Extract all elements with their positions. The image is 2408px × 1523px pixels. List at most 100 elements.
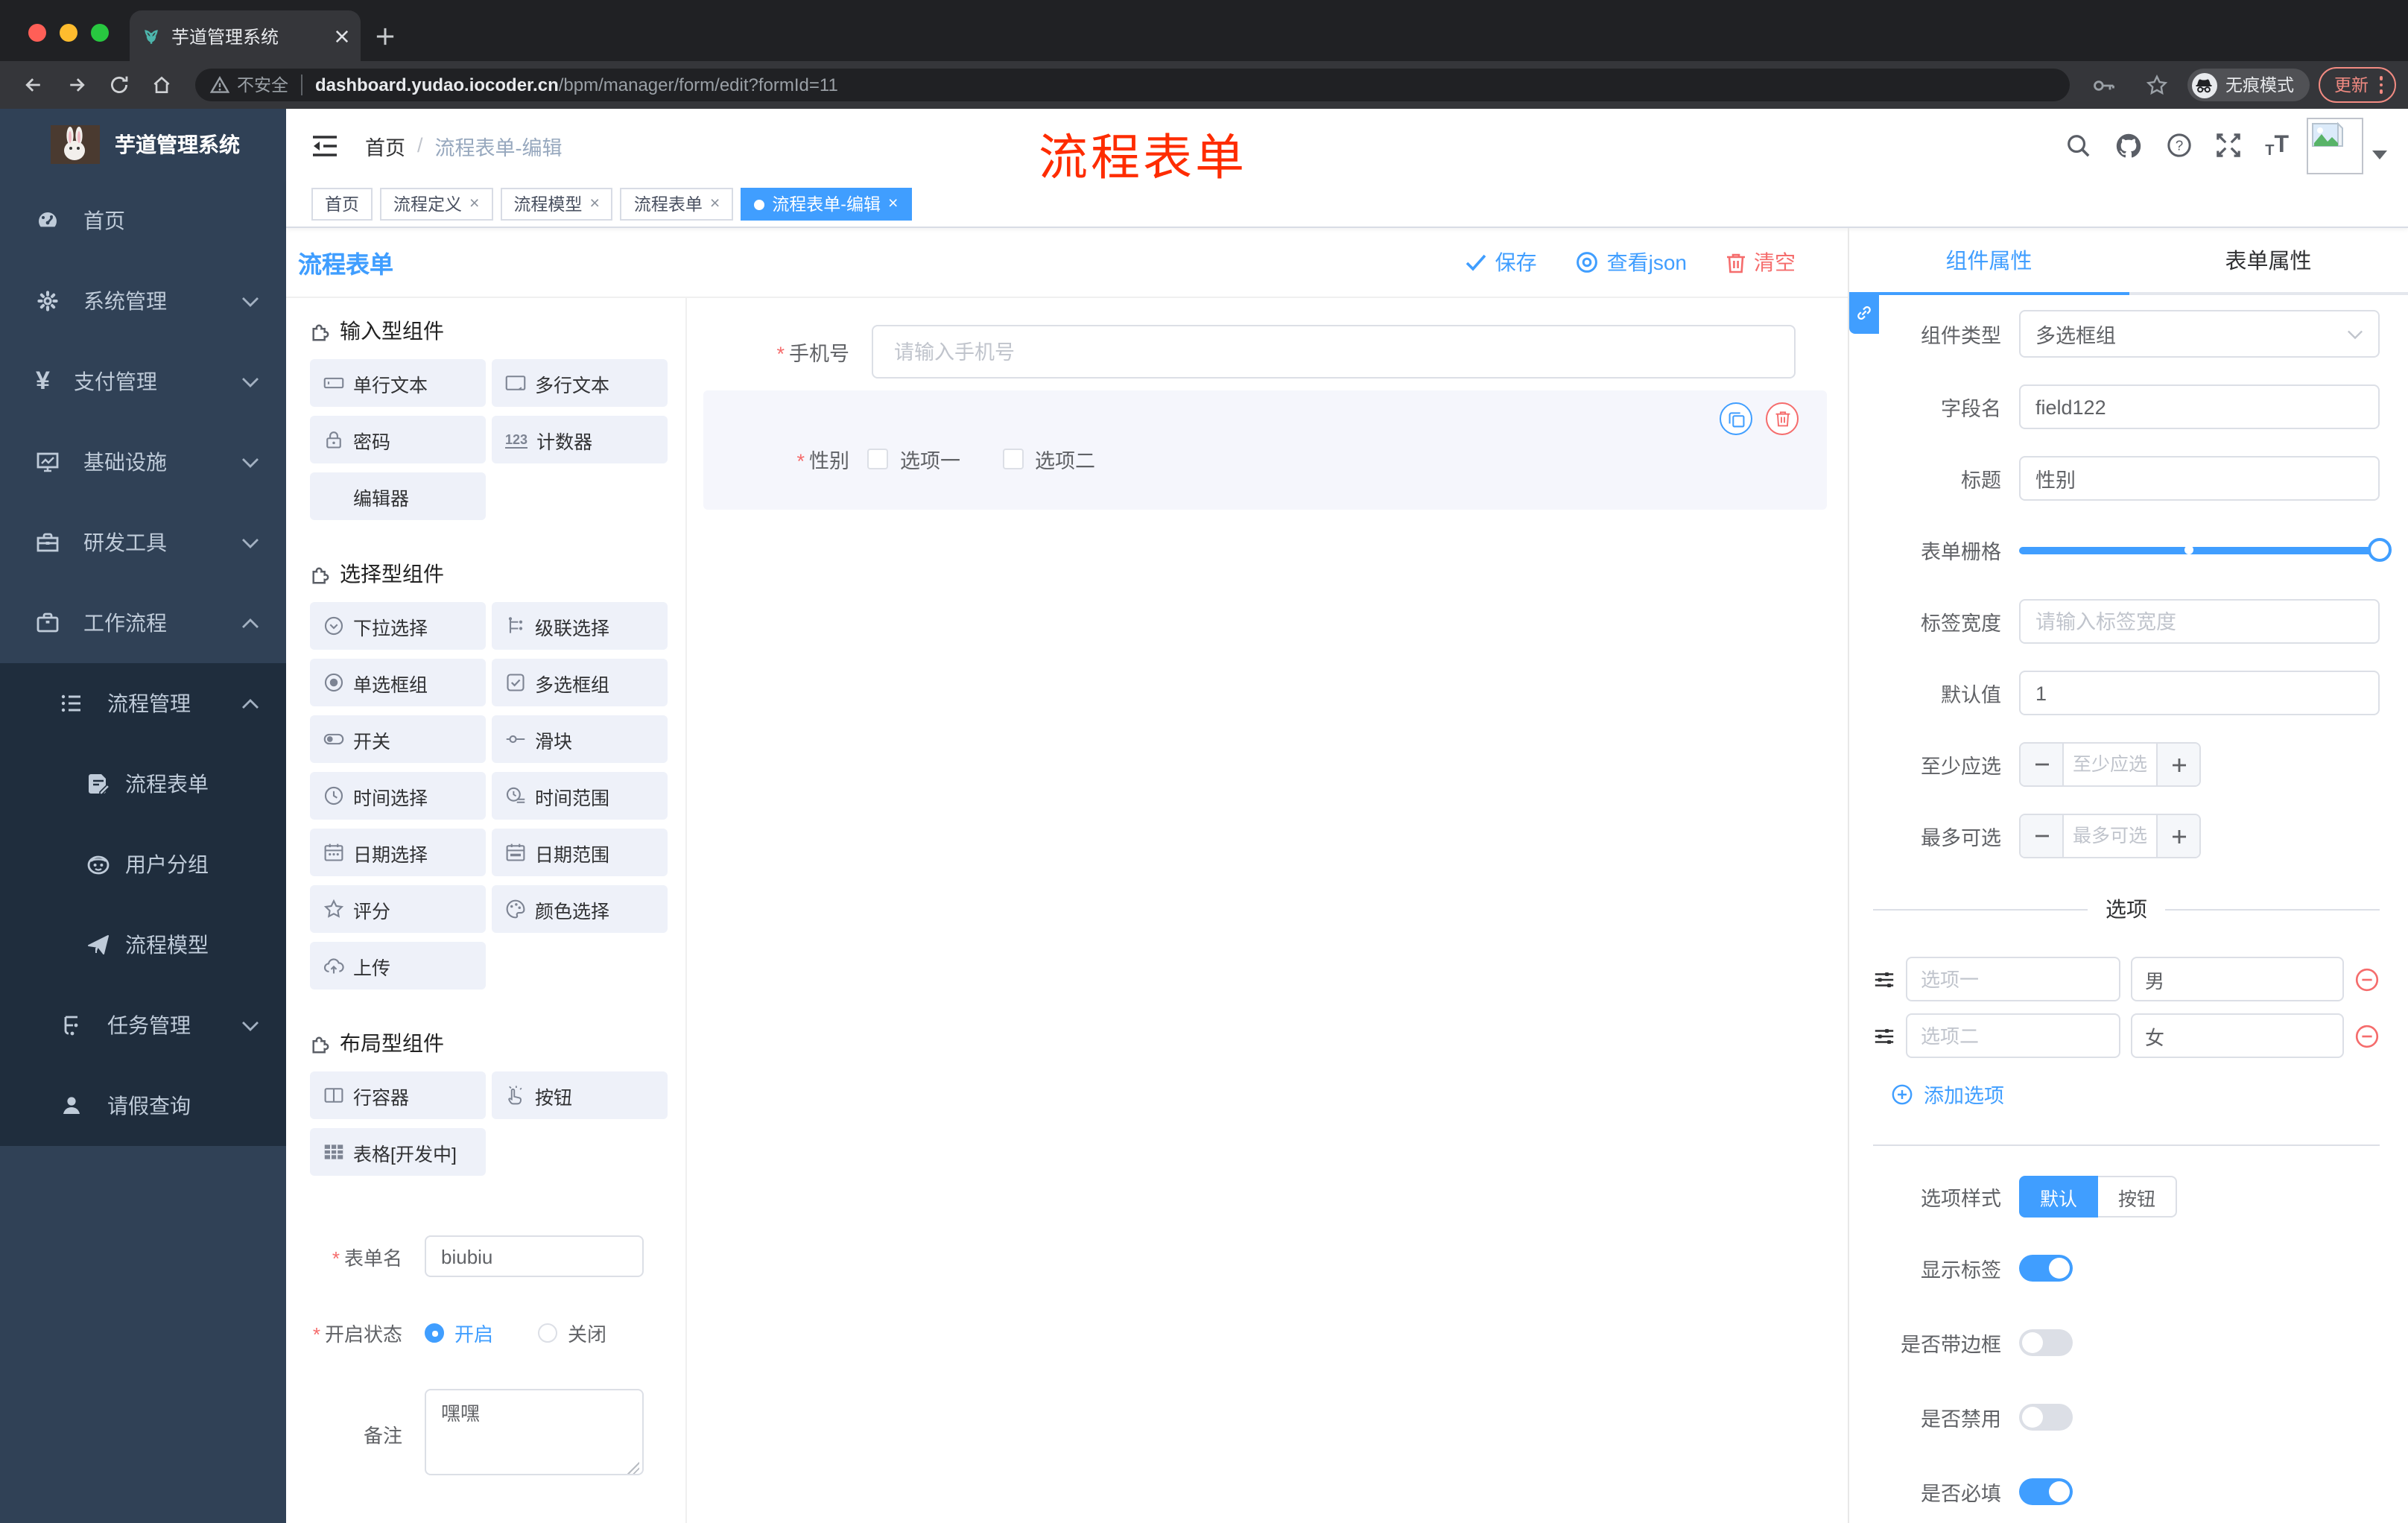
component-rate[interactable]: 评分 <box>310 885 486 933</box>
component-button[interactable]: 按钮 <box>492 1071 668 1119</box>
font-size-icon[interactable]: TT <box>2265 132 2289 159</box>
component-single-text[interactable]: 单行文本 <box>310 359 486 407</box>
title-input[interactable] <box>2019 456 2380 501</box>
tag-process-form-edit[interactable]: 流程表单-编辑 × <box>741 188 912 221</box>
sidebar-item-user-group[interactable]: 用户分组 <box>0 824 286 905</box>
required-toggle[interactable] <box>2019 1478 2073 1505</box>
component-switch[interactable]: 开关 <box>310 715 486 763</box>
sidebar-item-process-model[interactable]: 流程模型 <box>0 905 286 985</box>
label-width-input[interactable] <box>2019 599 2380 644</box>
form-name-input[interactable] <box>425 1235 644 1277</box>
status-radio-off[interactable]: 关闭 <box>538 1319 606 1347</box>
component-time-picker[interactable]: 时间选择 <box>310 772 486 820</box>
tag-process-model[interactable]: 流程模型 × <box>500 188 613 221</box>
new-tab-button[interactable] <box>376 27 395 46</box>
security-label[interactable]: 不安全 <box>237 73 288 97</box>
close-tag-icon[interactable]: × <box>589 195 599 213</box>
sidebar-item-payment[interactable]: ¥ 支付管理 <box>0 341 286 422</box>
component-type-select[interactable]: 多选框组 <box>2019 310 2380 358</box>
remove-option-button[interactable] <box>2354 1023 2380 1048</box>
sidebar-collapse-icon[interactable] <box>311 133 338 157</box>
close-window-button[interactable] <box>28 24 46 42</box>
component-select[interactable]: 下拉选择 <box>310 602 486 650</box>
close-tag-icon[interactable]: × <box>710 195 720 213</box>
component-counter[interactable]: 123 计数器 <box>492 416 668 463</box>
sidebar-item-infra[interactable]: 基础设施 <box>0 422 286 502</box>
canvas-field-phone[interactable]: 手机号 <box>703 325 1796 379</box>
gender-checkbox-option2[interactable]: 选项二 <box>1002 444 1095 474</box>
canvas-field-gender-selected[interactable]: 性别 选项一 选项二 <box>703 390 1827 510</box>
checkbox[interactable] <box>867 449 888 469</box>
back-icon[interactable] <box>22 75 45 95</box>
component-table[interactable]: 表格[开发中] <box>310 1128 486 1176</box>
show-label-toggle[interactable] <box>2019 1255 2073 1282</box>
tab-form-props[interactable]: 表单属性 <box>2129 228 2408 292</box>
sidebar-item-home[interactable]: 首页 <box>0 180 286 261</box>
home-icon[interactable] <box>150 75 173 95</box>
copy-component-button[interactable] <box>1720 402 1752 435</box>
border-toggle[interactable] <box>2019 1329 2073 1356</box>
component-password[interactable]: 密码 <box>310 416 486 463</box>
view-json-button[interactable]: 查看json <box>1576 247 1687 277</box>
clear-button[interactable]: 清空 <box>1726 247 1796 277</box>
sidebar-item-leave-query[interactable]: 请假查询 <box>0 1066 286 1146</box>
sidebar-item-devtools[interactable]: 研发工具 <box>0 502 286 583</box>
url-bar[interactable]: 不安全 dashboard.yudao.iocoder.cn/bpm/manag… <box>195 69 2069 101</box>
avatar[interactable] <box>2307 117 2363 174</box>
sidebar-item-process-form[interactable]: 流程表单 <box>0 744 286 824</box>
drag-handle-icon[interactable] <box>1873 1025 1895 1047</box>
help-icon[interactable]: ? <box>2167 133 2192 158</box>
component-radio-group[interactable]: 单选框组 <box>310 659 486 706</box>
slider-track[interactable] <box>2019 537 2392 561</box>
increase-button[interactable] <box>2156 815 2199 857</box>
breadcrumb-home[interactable]: 首页 <box>365 130 405 160</box>
close-tag-icon[interactable]: × <box>888 195 898 213</box>
component-multi-text[interactable]: 多行文本 <box>492 359 668 407</box>
update-button[interactable]: 更新 <box>2318 67 2396 103</box>
fullscreen-icon[interactable] <box>2216 133 2241 158</box>
style-default-button[interactable]: 默认 <box>2019 1176 2098 1218</box>
zoom-window-button[interactable] <box>91 24 109 42</box>
tab-component-props[interactable]: 组件属性 <box>1849 228 2129 295</box>
search-icon[interactable] <box>2065 133 2091 158</box>
reload-icon[interactable] <box>109 75 130 95</box>
close-tag-icon[interactable]: × <box>469 195 479 213</box>
disabled-toggle[interactable] <box>2019 1404 2073 1431</box>
sidebar-item-system[interactable]: 系统管理 <box>0 261 286 341</box>
avatar-dropdown-caret[interactable] <box>2372 150 2387 159</box>
gender-checkbox-option1[interactable]: 选项一 <box>867 444 960 474</box>
drag-handle-icon[interactable] <box>1873 968 1895 990</box>
form-grid-slider[interactable] <box>2019 528 2392 572</box>
sidebar-item-process-mgmt[interactable]: 流程管理 <box>0 663 286 744</box>
tag-process-form[interactable]: 流程表单 × <box>620 188 734 221</box>
decrease-button[interactable] <box>2021 815 2064 857</box>
component-checkbox-group[interactable]: 多选框组 <box>492 659 668 706</box>
style-button-button[interactable]: 按钮 <box>2098 1176 2177 1218</box>
sidebar-item-task-mgmt[interactable]: 任务管理 <box>0 985 286 1066</box>
form-remark-textarea[interactable]: 嘿嘿 <box>425 1389 644 1475</box>
forward-icon[interactable] <box>66 75 88 95</box>
sidebar-item-workflow[interactable]: 工作流程 <box>0 583 286 663</box>
checkbox[interactable] <box>1002 449 1023 469</box>
component-time-range[interactable]: 时间范围 <box>492 772 668 820</box>
minimize-window-button[interactable] <box>60 24 77 42</box>
slider-handle[interactable] <box>2368 537 2392 561</box>
max-select-input[interactable] <box>2064 815 2156 857</box>
tag-home[interactable]: 首页 <box>311 188 373 221</box>
tag-process-definition[interactable]: 流程定义 × <box>380 188 493 221</box>
github-icon[interactable] <box>2114 132 2143 159</box>
component-editor[interactable]: 编辑器 <box>310 472 486 520</box>
decrease-button[interactable] <box>2021 744 2064 785</box>
component-upload[interactable]: 上传 <box>310 942 486 990</box>
min-select-input[interactable] <box>2064 744 2156 785</box>
increase-button[interactable] <box>2156 744 2199 785</box>
field-name-input[interactable] <box>2019 384 2380 429</box>
browser-tab[interactable]: 芋道管理系统 <box>130 10 361 61</box>
delete-component-button[interactable] <box>1766 402 1799 435</box>
security-warning-icon[interactable] <box>210 76 229 94</box>
component-slider[interactable]: 滑块 <box>492 715 668 763</box>
option-value-input[interactable] <box>2130 957 2344 1001</box>
component-cascader[interactable]: 级联选择 <box>492 602 668 650</box>
link-tab[interactable] <box>1849 292 1879 334</box>
add-option-button[interactable]: 添加选项 <box>1891 1079 2380 1109</box>
